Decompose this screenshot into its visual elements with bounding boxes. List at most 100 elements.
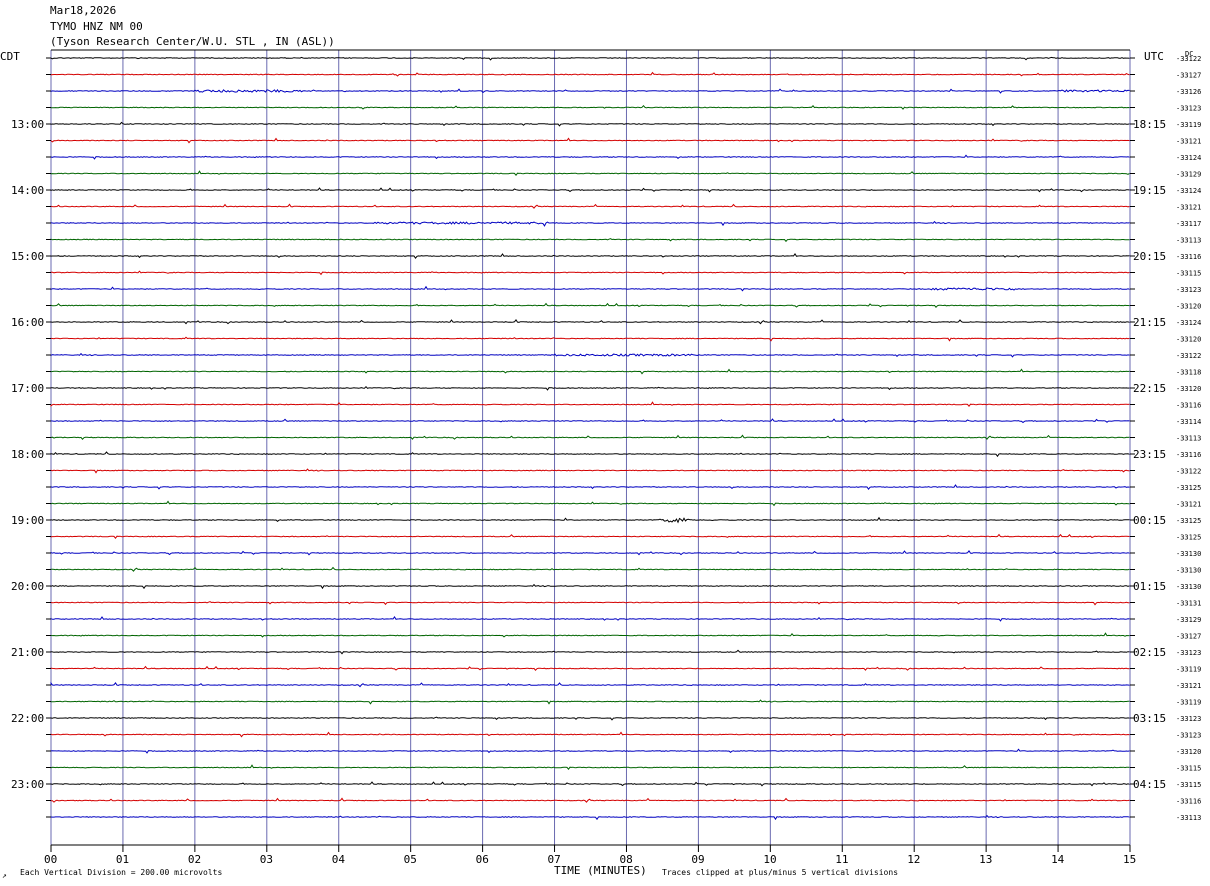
dc-offset-label: -33118 <box>1176 369 1201 377</box>
trace-row-6 <box>50 154 1130 160</box>
dc-offset-label: -33119 <box>1176 666 1201 674</box>
dc-offset-label: -33123 <box>1176 105 1201 113</box>
trace-row-31 <box>50 566 1130 572</box>
left-time-labels: 13:00 14:00 15:00 16:00 17:00 18:00 19:00 20:00… <box>11 118 44 791</box>
trace-row-9 <box>50 203 1130 209</box>
trace-row-36 <box>50 649 1130 655</box>
right-hour-label: 00:15 <box>1133 514 1166 527</box>
trace-row-34 <box>50 616 1130 622</box>
right-hour-label: 20:15 <box>1133 250 1166 263</box>
dc-header-label: DC <box>1185 50 1193 58</box>
trace-row-15 <box>50 302 1130 308</box>
trace-row-3 <box>50 104 1130 110</box>
dc-offset-label: -33121 <box>1176 682 1201 690</box>
dc-offset-label: -33113 <box>1176 814 1201 822</box>
dc-offset-label: -33123 <box>1176 649 1201 657</box>
dc-offset-label: -33121 <box>1176 138 1201 146</box>
dc-offset-label: -33123 <box>1176 715 1201 723</box>
dc-offset-label: -33125 <box>1176 517 1201 525</box>
dc-offset-label: -33131 <box>1176 600 1201 608</box>
dc-offset-label: -33116 <box>1176 402 1201 410</box>
trace-row-29 <box>50 533 1130 540</box>
right-hour-label: 21:15 <box>1133 316 1166 329</box>
right-time-labels: 18:15 19:15 20:15 21:15 22:15 23:15 00:15 01:15… <box>1133 118 1166 791</box>
left-hour-label: 17:00 <box>11 382 44 395</box>
trace-row-19 <box>50 368 1130 375</box>
trace-row-28 <box>50 516 1130 524</box>
right-timezone-label: UTC <box>1144 50 1164 63</box>
trace-row-38 <box>50 681 1130 688</box>
x-axis-label: TIME (MINUTES) <box>554 864 647 877</box>
trace-row-20 <box>50 385 1130 391</box>
dc-offset-label: -33130 <box>1176 583 1201 591</box>
x-tick-label: 13 <box>979 853 992 866</box>
x-tick-label: 06 <box>476 853 489 866</box>
left-hour-label: 16:00 <box>11 316 44 329</box>
x-tick-label: 11 <box>835 853 848 866</box>
dc-offset-label: -33120 <box>1176 336 1201 344</box>
right-hour-label: 19:15 <box>1133 184 1166 197</box>
trace-row-22 <box>50 418 1130 424</box>
dc-offset-labels: -33122 -33127 -33126 -33123 -33119 -33121 -331… <box>1176 55 1201 822</box>
trace-row-27 <box>50 500 1130 507</box>
dc-offset-label: -33115 <box>1176 270 1201 278</box>
dc-offset-label: -33130 <box>1176 550 1201 558</box>
dc-offset-label: -33121 <box>1176 501 1201 509</box>
left-hour-label: 18:00 <box>11 448 44 461</box>
trace-row-43 <box>50 764 1130 771</box>
right-hour-label: 18:15 <box>1133 118 1166 131</box>
right-hour-label: 04:15 <box>1133 778 1166 791</box>
dc-offset-label: -33119 <box>1176 699 1201 707</box>
dc-offset-label: -33121 <box>1176 204 1201 212</box>
dc-offset-label: -33113 <box>1176 237 1201 245</box>
trace-row-46 <box>50 814 1130 821</box>
dc-offset-label: -33113 <box>1176 435 1201 443</box>
dc-offset-label: -33120 <box>1176 385 1201 393</box>
trace-row-37 <box>50 665 1130 671</box>
trace-row-12 <box>50 253 1130 260</box>
right-hour-label: 03:15 <box>1133 712 1166 725</box>
trace-row-24 <box>50 451 1130 458</box>
dc-offset-label: -33115 <box>1176 781 1201 789</box>
dc-offset-label: -33125 <box>1176 534 1201 542</box>
trace-row-30 <box>50 550 1130 556</box>
trace-row-13 <box>50 270 1130 276</box>
dc-offset-label: -33119 <box>1176 121 1201 129</box>
trace-row-39 <box>50 699 1130 705</box>
dc-offset-label: -33124 <box>1176 154 1201 162</box>
trace-row-21 <box>50 401 1130 408</box>
trace-row-23 <box>50 434 1130 440</box>
dc-offset-label: -33120 <box>1176 303 1201 311</box>
trace-row-5 <box>50 137 1130 144</box>
dc-offset-label: -33123 <box>1176 286 1201 294</box>
left-hour-label: 14:00 <box>11 184 44 197</box>
x-tick-label: 09 <box>691 853 704 866</box>
trace-row-0 <box>50 56 1130 61</box>
trace-row-7 <box>50 170 1130 177</box>
trace-row-17 <box>50 336 1130 342</box>
left-timezone-label: CDT <box>0 50 20 63</box>
dc-offset-label: -33127 <box>1176 633 1201 641</box>
right-hour-label: 22:15 <box>1133 382 1166 395</box>
trace-row-2 <box>50 88 1130 94</box>
dc-offset-label: -33116 <box>1176 798 1201 806</box>
x-tick-label: 01 <box>116 853 129 866</box>
dc-offset-label: -33122 <box>1176 352 1201 360</box>
seismic-traces <box>50 56 1130 821</box>
trace-row-14 <box>50 285 1130 292</box>
dc-offset-label: -33120 <box>1176 748 1201 756</box>
dc-offset-label: -33124 <box>1176 319 1201 327</box>
x-tick-label: 05 <box>404 853 417 866</box>
left-hour-label: 21:00 <box>11 646 44 659</box>
axis-ticks <box>46 57 1135 852</box>
dc-offset-label: -33122 <box>1176 468 1201 476</box>
trace-row-41 <box>50 731 1130 738</box>
dc-offset-label: -33116 <box>1176 253 1201 261</box>
trace-row-42 <box>50 748 1130 754</box>
trace-row-35 <box>50 632 1130 638</box>
left-hour-label: 22:00 <box>11 712 44 725</box>
x-tick-label: 00 <box>44 853 57 866</box>
dc-offset-label: -33123 <box>1176 732 1201 740</box>
left-hour-label: 23:00 <box>11 778 44 791</box>
dc-offset-label: -33114 <box>1176 418 1201 426</box>
